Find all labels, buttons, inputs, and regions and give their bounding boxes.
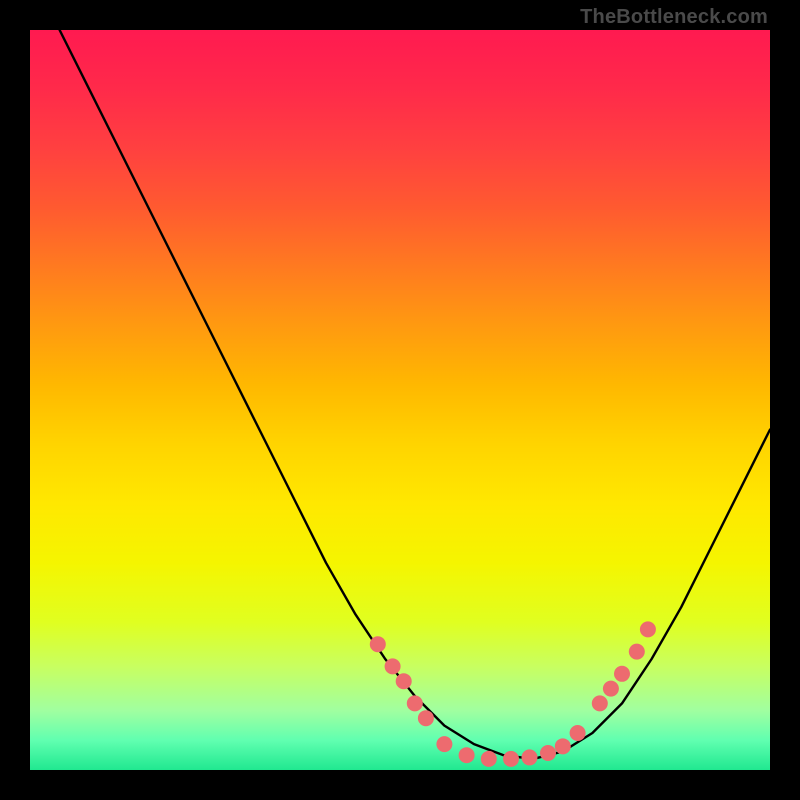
marker-dot xyxy=(459,747,475,763)
marker-dot xyxy=(418,710,434,726)
chart-frame: TheBottleneck.com xyxy=(0,0,800,800)
marker-dot xyxy=(614,666,630,682)
marker-dot xyxy=(522,749,538,765)
marker-dot xyxy=(592,695,608,711)
marker-dot xyxy=(407,695,423,711)
curve-path xyxy=(60,30,770,759)
marker-dot xyxy=(481,751,497,767)
watermark-text: TheBottleneck.com xyxy=(580,6,768,29)
marker-dot xyxy=(629,644,645,660)
marker-dot xyxy=(370,636,386,652)
marker-dot xyxy=(555,738,571,754)
marker-dot xyxy=(540,745,556,761)
marker-dot xyxy=(436,736,452,752)
marker-dot xyxy=(385,658,401,674)
marker-dot xyxy=(396,673,412,689)
marker-dot xyxy=(640,621,656,637)
marker-dot xyxy=(603,681,619,697)
marker-dot xyxy=(503,751,519,767)
plot-area xyxy=(30,30,770,770)
curve-svg xyxy=(30,30,770,770)
marker-dot xyxy=(570,725,586,741)
